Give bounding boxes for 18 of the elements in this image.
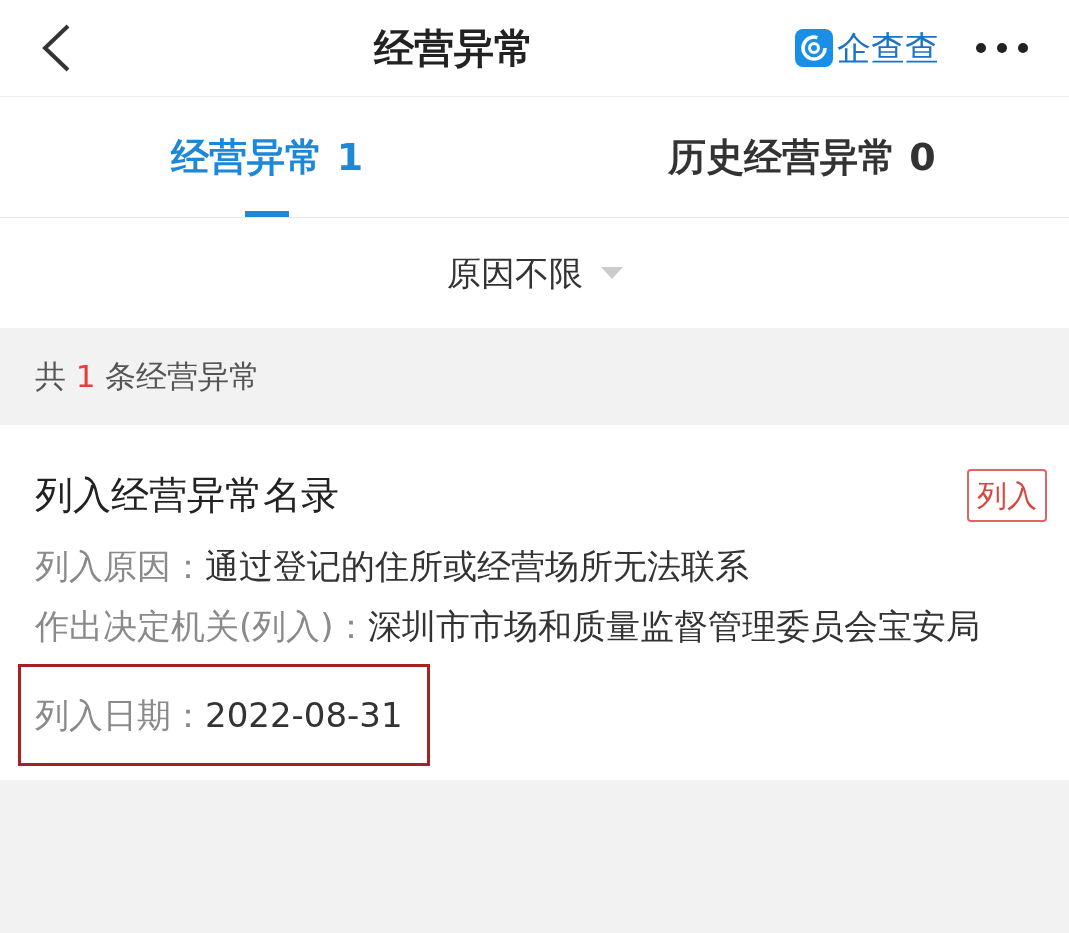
page-title: 经营异常	[373, 24, 534, 73]
logo-text: 企查查	[837, 26, 939, 70]
filter-dropdown[interactable]: 原因不限	[446, 247, 623, 299]
summary-text: 共 1 条经营异常	[35, 357, 261, 397]
field-value: 深圳市市场和质量监督管理委员会宝安局	[367, 605, 980, 648]
field-value: 通过登记的住所或经营场所无法联系	[205, 545, 749, 588]
tab[interactable]: 经营异常 1	[0, 97, 535, 217]
tab[interactable]: 历史经营异常 0	[534, 97, 1069, 217]
field-label: 列入原因：	[35, 545, 205, 588]
record-title: 列入经营异常名录	[35, 472, 339, 519]
field-label: 列入日期：	[35, 694, 205, 737]
status-badge: 列入	[967, 469, 1047, 522]
caret-icon	[600, 267, 623, 279]
back-icon[interactable]	[40, 23, 72, 73]
logo-icon	[795, 29, 833, 67]
field-value: 2022-08-31	[205, 694, 403, 737]
field-label: 作出决定机关(列入)：	[35, 605, 368, 648]
more-icon[interactable]	[975, 42, 1029, 54]
